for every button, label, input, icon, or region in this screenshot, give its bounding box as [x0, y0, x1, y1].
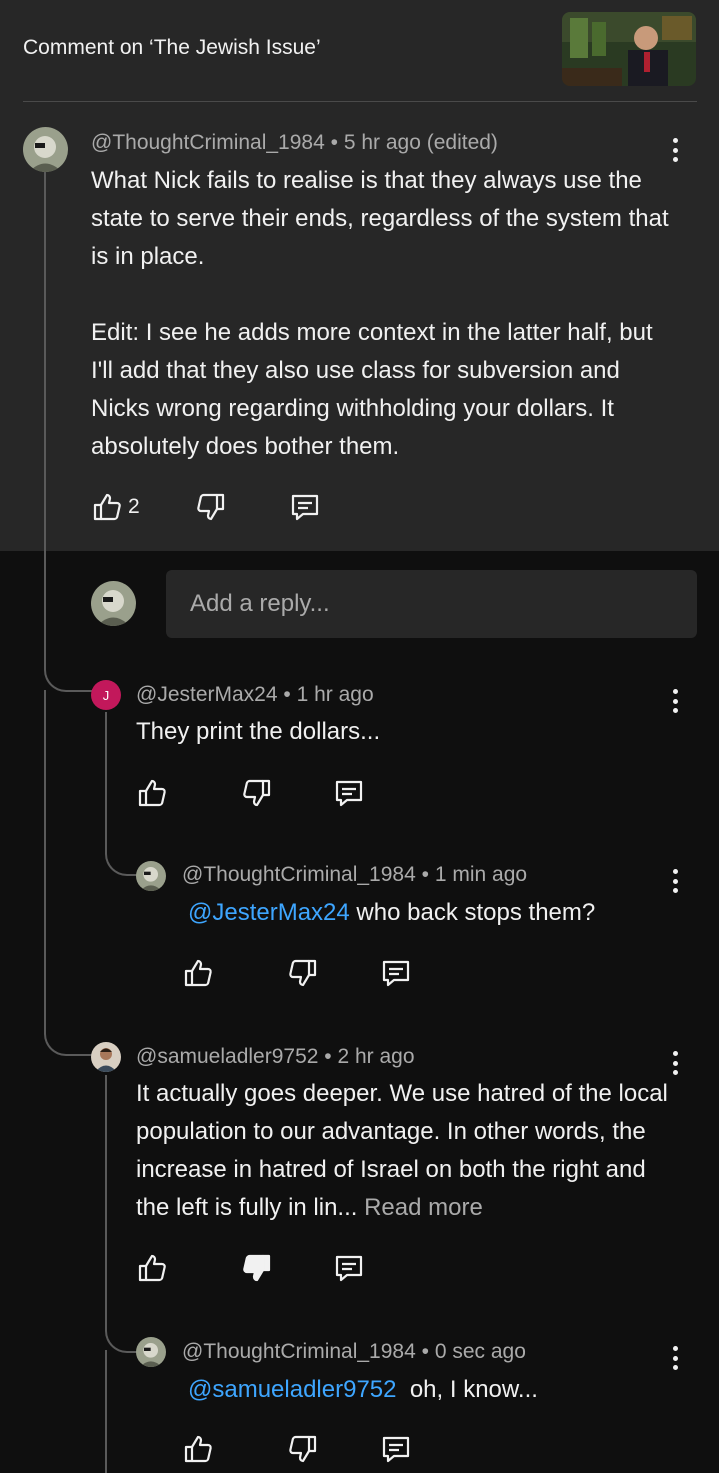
dislike-icon[interactable]	[287, 1433, 319, 1465]
author-name[interactable]: @ThoughtCriminal_1984	[182, 863, 416, 886]
thread-line-reply-3	[105, 1075, 107, 1315]
thread-line-main	[44, 172, 46, 652]
author-name[interactable]: @ThoughtCriminal_1984	[91, 131, 325, 154]
user-avatar	[91, 581, 136, 626]
meta-separator: •	[283, 683, 291, 706]
thread-elbow-4	[105, 1305, 137, 1353]
reply-time: 2 hr ago	[337, 1045, 415, 1068]
reply-text: @JesterMax24 who back stops them?	[188, 894, 668, 932]
more-options-icon[interactable]	[665, 1343, 685, 1373]
avatar[interactable]: J	[91, 680, 121, 710]
thread-line-reply-3b	[105, 1350, 107, 1473]
reply-icon[interactable]	[333, 1252, 365, 1284]
reply-meta: @ThoughtCriminal_1984 • 1 min ago	[182, 863, 527, 887]
page-title: Comment on ‘The Jewish Issue’	[23, 36, 321, 59]
dislike-icon-filled[interactable]	[241, 1252, 273, 1284]
more-options-icon[interactable]	[665, 135, 685, 165]
read-more-link[interactable]: Read more	[364, 1194, 483, 1221]
thread-elbow-3	[44, 1000, 92, 1056]
dislike-icon[interactable]	[195, 491, 227, 523]
like-icon[interactable]	[136, 1252, 168, 1284]
like-icon[interactable]	[182, 957, 214, 989]
dislike-icon[interactable]	[241, 777, 273, 809]
like-count: 2	[128, 495, 140, 518]
thread-line-main-2	[44, 690, 46, 1010]
meta-separator: •	[324, 1045, 332, 1068]
reply-icon[interactable]	[289, 491, 321, 523]
reply-placeholder: Add a reply...	[190, 590, 330, 617]
reply-icon[interactable]	[380, 1433, 412, 1465]
meta-separator: •	[330, 131, 338, 154]
avatar[interactable]	[136, 1337, 166, 1367]
more-options-icon[interactable]	[665, 866, 685, 896]
reply-text-body: oh, I know...	[396, 1376, 538, 1403]
meta-separator: •	[421, 863, 429, 886]
comment-time: 5 hr ago (edited)	[343, 131, 498, 154]
avatar[interactable]	[91, 1042, 121, 1072]
video-thumbnail[interactable]	[562, 12, 696, 86]
reply-input[interactable]: Add a reply...	[166, 570, 697, 638]
dislike-icon[interactable]	[287, 957, 319, 989]
reply-time: 0 sec ago	[434, 1340, 526, 1363]
comment-paragraph-2: Edit: I see he adds more context in the …	[91, 319, 653, 460]
mention-link[interactable]: @JesterMax24	[188, 899, 350, 926]
meta-separator: •	[421, 1340, 429, 1363]
mention-link[interactable]: @samueladler9752	[188, 1376, 397, 1403]
like-icon[interactable]	[182, 1433, 214, 1465]
more-options-icon[interactable]	[665, 1048, 685, 1078]
reply-meta: @JesterMax24 • 1 hr ago	[136, 683, 374, 707]
more-options-icon[interactable]	[665, 686, 685, 716]
comment-paragraph-1: What Nick fails to realise is that they …	[91, 167, 669, 270]
thread-line-reply-1	[105, 712, 107, 832]
reply-text: @samueladler9752 oh, I know...	[188, 1371, 668, 1409]
author-name[interactable]: @JesterMax24	[136, 683, 278, 706]
reply-icon[interactable]	[333, 777, 365, 809]
reply-icon[interactable]	[380, 957, 412, 989]
reply-text-body: who back stops them?	[349, 899, 596, 926]
reply-meta: @samueladler9752 • 2 hr ago	[136, 1045, 415, 1069]
avatar[interactable]	[23, 127, 68, 172]
author-name[interactable]: @ThoughtCriminal_1984	[182, 1340, 416, 1363]
thread-elbow-1	[44, 640, 92, 692]
reply-text: It actually goes deeper. We use hatred o…	[136, 1075, 676, 1227]
comment-text: What Nick fails to realise is that they …	[91, 162, 671, 466]
comment-meta: @ThoughtCriminal_1984 • 5 hr ago (edited…	[91, 131, 498, 155]
reply-text: They print the dollars...	[136, 718, 381, 745]
reply-time: 1 hr ago	[296, 683, 374, 706]
reply-meta: @ThoughtCriminal_1984 • 0 sec ago	[182, 1340, 526, 1364]
author-name[interactable]: @samueladler9752	[136, 1045, 318, 1068]
like-icon[interactable]	[136, 777, 168, 809]
like-icon[interactable]	[91, 491, 123, 523]
thread-elbow-2	[105, 828, 137, 876]
reply-time: 1 min ago	[434, 863, 528, 886]
header-divider	[23, 101, 697, 102]
avatar[interactable]	[136, 861, 166, 891]
